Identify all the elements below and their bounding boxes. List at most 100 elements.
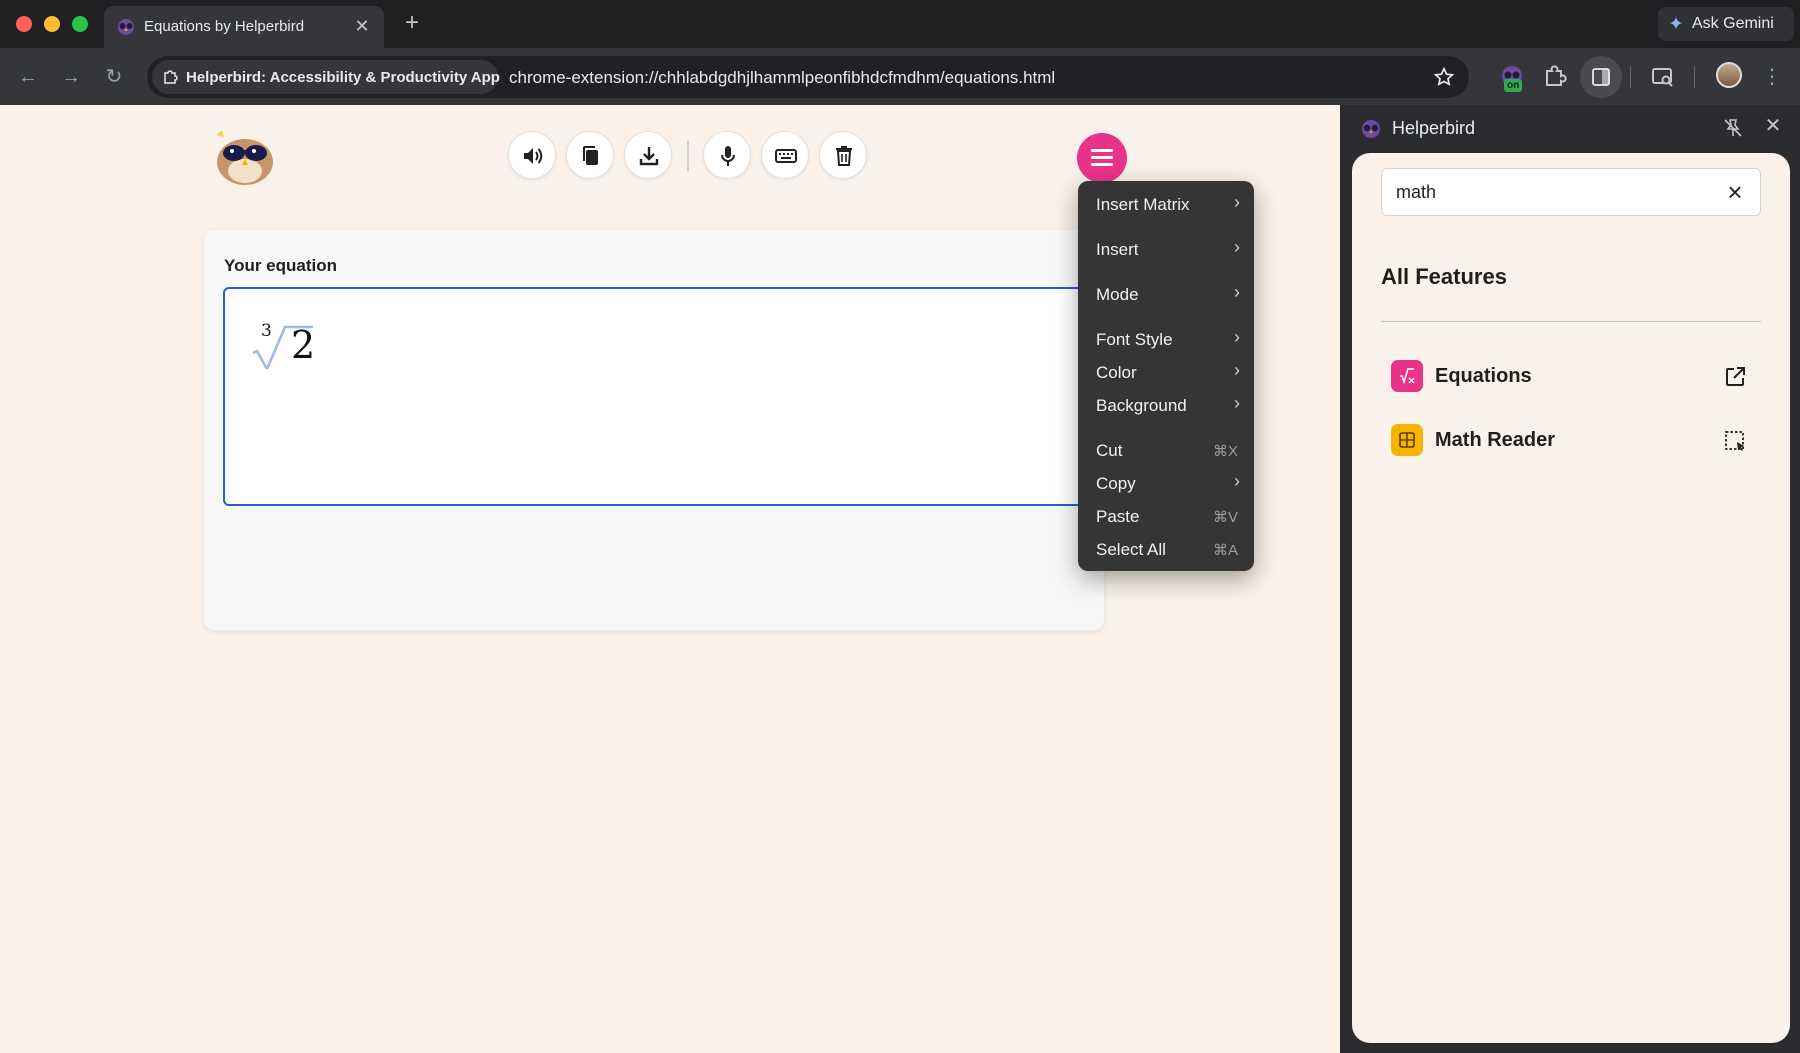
helperbird-owl-logo [216,130,273,185]
window-minimize-button[interactable] [44,16,60,32]
chevron-right-icon: › [1234,471,1240,491]
hamburger-icon [1091,163,1113,166]
toolbar-divider [1694,66,1695,88]
menu-item-label: Copy [1096,474,1136,493]
extensions-puzzle-icon[interactable] [1538,61,1570,93]
download-icon [639,147,659,166]
profile-avatar[interactable] [1716,62,1742,88]
menu-item-insert-matrix[interactable]: Insert Matrix › [1078,189,1254,219]
virtual-keyboard-button[interactable] [761,131,809,179]
download-button[interactable] [624,131,672,179]
equations-icon [1391,360,1423,392]
feature-equations[interactable]: Equations [1381,351,1761,401]
microphone-icon [721,146,735,166]
hamburger-icon [1091,149,1113,152]
copy-button[interactable] [566,131,614,179]
dictate-button[interactable] [703,131,751,179]
new-tab-button[interactable]: + [398,10,426,38]
side-panel-title: Helperbird [1392,118,1476,138]
gemini-sparkle-icon: ✦ [1668,14,1684,35]
forward-icon[interactable]: → [55,61,87,93]
equation-card: Your equation 3 2 [204,230,1123,630]
tab-search-icon[interactable] [1646,61,1678,93]
menu-item-background[interactable]: Background › [1078,390,1254,420]
unpin-icon[interactable] [1722,117,1744,139]
helperbird-side-panel: Helperbird ✕ × All Features Equations [1340,105,1800,1053]
address-bar[interactable]: Helperbird: Accessibility & Productivity… [147,56,1469,98]
menu-item-label: Select All [1096,540,1166,559]
equation-label: Your equation [224,256,338,275]
clear-search-icon[interactable]: × [1720,177,1750,207]
radicand: 2 [291,323,316,367]
menu-item-label: Paste [1096,507,1140,526]
ask-gemini-button[interactable]: ✦ Ask Gemini [1658,7,1794,41]
trash-icon [836,146,852,166]
feature-label: Math Reader [1435,429,1556,451]
cube-root-expression[interactable]: 3 2 [251,313,331,373]
site-info-chip[interactable]: Helperbird: Accessibility & Productivity… [152,60,500,94]
clear-button[interactable] [819,131,867,179]
equation-editor[interactable]: 3 2 [223,287,1123,506]
features-divider [1381,321,1761,322]
reload-icon[interactable]: ↻ [98,61,130,93]
chevron-right-icon: › [1234,282,1240,302]
tab-title: Equations by Helperbird [144,18,305,35]
ask-gemini-label: Ask Gemini [1692,15,1774,32]
helperbird-owl-icon [118,19,134,35]
side-panel-close-icon[interactable]: ✕ [1760,113,1786,139]
math-reader-icon [1391,424,1423,456]
extension-on-badge: on [1504,79,1523,92]
tab-close-icon[interactable]: ✕ [350,14,374,38]
editor-context-menu: Insert Matrix › Insert › Mode › Font Sty… [1078,181,1254,571]
speak-button[interactable] [508,131,556,179]
menu-item-cut[interactable]: Cut ⌘X [1078,435,1254,465]
side-panel-content: × All Features Equations [1352,153,1790,1043]
window-maximize-button[interactable] [72,16,88,32]
chevron-right-icon: › [1234,360,1240,380]
menu-item-shortcut: ⌘X [1212,443,1238,460]
toolbar-divider [1630,66,1631,88]
menu-item-mode[interactable]: Mode › [1078,279,1254,309]
menu-item-label: Mode [1096,285,1139,304]
menu-item-label: Color [1096,363,1137,382]
browser-toolbar: ← → ↻ Helperbird: Accessibility & Produc… [0,48,1800,105]
chevron-right-icon: › [1234,393,1240,413]
select-area-icon[interactable] [1723,429,1747,453]
menu-item-font-style[interactable]: Font Style › [1078,324,1254,354]
feature-label: Equations [1435,365,1532,387]
helperbird-owl-icon [1362,120,1380,138]
chevron-right-icon: › [1234,192,1240,212]
menu-item-label: Background [1096,396,1187,415]
action-divider [687,141,689,171]
feature-search-box[interactable]: × [1381,168,1761,216]
menu-item-label: Insert Matrix [1096,195,1190,214]
menu-item-paste[interactable]: Paste ⌘V [1078,501,1254,531]
menu-item-copy[interactable]: Copy › [1078,468,1254,498]
back-icon[interactable]: ← [12,61,44,93]
keyboard-icon [775,149,797,163]
menu-item-select-all[interactable]: Select All ⌘A [1078,534,1254,564]
menu-item-color[interactable]: Color › [1078,357,1254,387]
bookmark-star-icon[interactable] [1433,66,1455,88]
menu-item-insert[interactable]: Insert › [1078,234,1254,264]
open-external-icon[interactable] [1723,365,1747,389]
extension-puzzle-icon [164,70,178,84]
active-tab[interactable]: Equations by Helperbird ✕ [104,6,384,48]
copy-icon [583,146,598,165]
chevron-right-icon: › [1234,237,1240,257]
menu-item-label: Insert [1096,240,1139,259]
chevron-right-icon: › [1234,327,1240,347]
more-menu-icon[interactable]: ⋮ [1756,61,1788,93]
all-features-heading: All Features [1381,264,1507,289]
url-text[interactable]: chrome-extension://chhlabdgdhjlhammlpeon… [509,68,1055,88]
feature-search-input[interactable] [1396,180,1696,204]
menu-item-label: Cut [1096,441,1123,460]
side-panel-toggle-button[interactable] [1580,56,1622,98]
tab-strip: Equations by Helperbird ✕ + ✦ Ask Gemini [0,0,1800,48]
hamburger-icon [1091,156,1113,159]
site-chip-label: Helperbird: Accessibility & Productivity… [186,69,500,86]
menu-button[interactable] [1077,133,1127,183]
feature-math-reader[interactable]: Math Reader [1381,415,1761,465]
menu-item-shortcut: ⌘A [1212,542,1238,559]
window-close-button[interactable] [16,16,32,32]
